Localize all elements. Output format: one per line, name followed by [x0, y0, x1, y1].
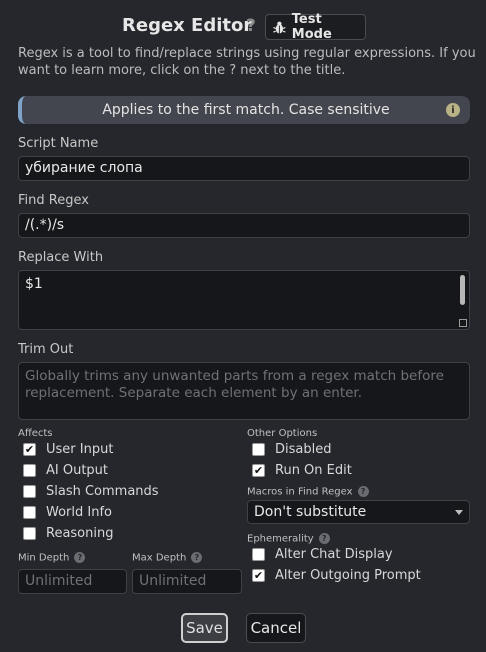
ephemerality-list: Alter Chat Display ✔ Alter Outgoing Promp… [252, 544, 421, 586]
test-mode-label: Test Mode [291, 12, 332, 42]
affects-ai-output[interactable]: AI Output [23, 460, 159, 481]
min-depth-label-text: Min Depth [18, 552, 70, 564]
alter-outgoing-prompt[interactable]: ✔ Alter Outgoing Prompt [252, 565, 421, 586]
affects-world-info[interactable]: World Info [23, 502, 159, 523]
macros-label: Macros in Find Regex? [247, 486, 369, 498]
script-name-input[interactable]: убирание слопа [18, 156, 470, 181]
trim-out-textarea[interactable]: Globally trims any unwanted parts from a… [18, 362, 470, 420]
bug-icon [273, 21, 286, 33]
max-depth-label: Max Depth? [132, 552, 203, 564]
help-icon[interactable]: ? [246, 16, 256, 36]
ephemerality-label-text: Ephemerality [247, 533, 314, 545]
max-depth-label-text: Max Depth [132, 552, 187, 564]
trim-out-label: Trim Out [18, 342, 74, 357]
cancel-button[interactable]: Cancel [246, 613, 306, 643]
checkbox-label: AI Output [46, 463, 109, 478]
checkbox[interactable] [23, 485, 36, 498]
affects-user-input[interactable]: ✔ User Input [23, 439, 159, 460]
trim-out-placeholder: Globally trims any unwanted parts from a… [25, 368, 444, 401]
find-regex-label: Find Regex [18, 193, 89, 208]
checkbox[interactable] [23, 464, 36, 477]
option-run-on-edit[interactable]: ✔ Run On Edit [252, 460, 352, 481]
min-depth-label: Min Depth? [18, 552, 86, 564]
alter-chat-display[interactable]: Alter Chat Display [252, 544, 421, 565]
checkbox[interactable] [252, 443, 265, 456]
other-options-list: Disabled ✔ Run On Edit [252, 439, 352, 481]
banner-text: Applies to the first match. Case sensiti… [102, 102, 390, 118]
macros-label-text: Macros in Find Regex [247, 486, 353, 498]
help-icon[interactable]: ? [357, 486, 369, 497]
checkbox-label: Slash Commands [46, 484, 159, 499]
help-icon[interactable]: ? [74, 552, 86, 563]
option-disabled[interactable]: Disabled [252, 439, 352, 460]
page-title: Regex Editor [122, 15, 253, 36]
replace-with-label: Replace With [18, 250, 104, 265]
save-button[interactable]: Save [181, 613, 228, 643]
checkbox[interactable] [23, 527, 36, 540]
max-depth-input[interactable]: Unlimited [132, 569, 242, 594]
help-icon[interactable]: ? [191, 552, 203, 563]
checkbox[interactable]: ✔ [252, 464, 265, 477]
affects-reasoning[interactable]: Reasoning [23, 523, 159, 544]
affects-list: ✔ User Input AI Output Slash Commands Wor… [23, 439, 159, 544]
help-icon[interactable]: ? [318, 533, 330, 544]
other-options-label: Other Options [247, 428, 318, 439]
checkbox[interactable] [23, 506, 36, 519]
affects-label: Affects [18, 428, 53, 439]
script-name-label: Script Name [18, 136, 99, 151]
scrollbar-thumb[interactable] [460, 275, 465, 305]
replace-with-textarea[interactable]: $1 [18, 270, 470, 330]
checkbox[interactable] [252, 548, 265, 561]
replace-with-value: $1 [25, 276, 43, 292]
description: Regex is a tool to find/replace strings … [18, 46, 476, 78]
checkbox-label: Alter Outgoing Prompt [275, 568, 421, 583]
min-depth-input[interactable]: Unlimited [18, 569, 127, 594]
info-icon[interactable]: i [446, 103, 460, 117]
checkbox-label: World Info [46, 505, 112, 520]
find-regex-input[interactable]: /(.*)/s [18, 213, 470, 238]
ephemerality-label: Ephemerality? [247, 533, 330, 545]
checkbox-label: Disabled [275, 442, 332, 457]
checkbox-label: User Input [46, 442, 114, 457]
checkbox-label: Run On Edit [275, 463, 352, 478]
resize-handle[interactable] [459, 319, 467, 327]
info-banner: Applies to the first match. Case sensiti… [18, 96, 470, 124]
test-mode-button[interactable]: Test Mode [265, 12, 366, 42]
checkbox-label: Alter Chat Display [275, 547, 393, 562]
checkbox[interactable]: ✔ [23, 443, 36, 456]
header: Regex Editor ? Test Mode [0, 12, 486, 42]
chevron-down-icon [455, 509, 463, 515]
checkbox[interactable]: ✔ [252, 569, 265, 582]
macros-selected-value: Don't substitute [254, 504, 367, 520]
checkbox-label: Reasoning [46, 526, 114, 541]
macros-select[interactable]: Don't substitute [247, 500, 470, 524]
affects-slash-commands[interactable]: Slash Commands [23, 481, 159, 502]
